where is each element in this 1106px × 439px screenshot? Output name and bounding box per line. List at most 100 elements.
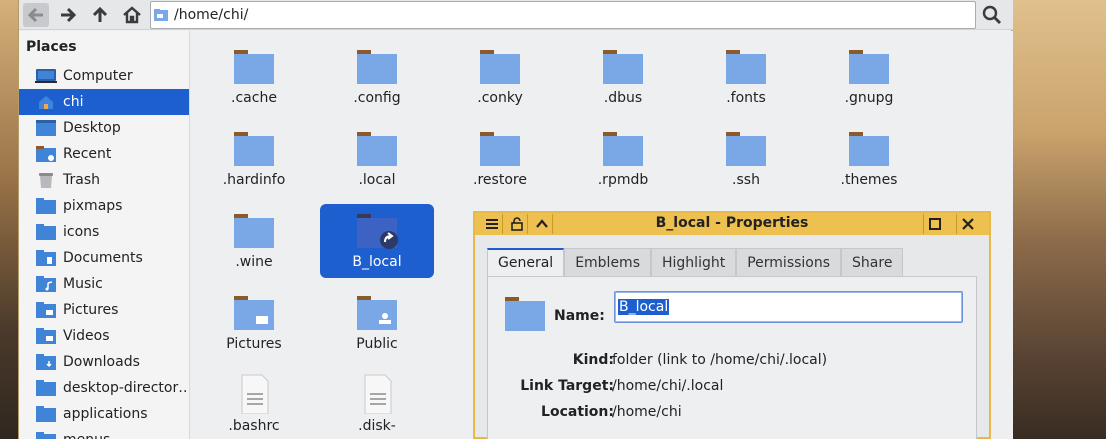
forward-button[interactable] <box>55 3 81 27</box>
file-item-wine[interactable]: .wine <box>197 204 311 278</box>
file-item-rpmdb[interactable]: .rpmdb <box>566 122 680 196</box>
close-button[interactable] <box>956 214 978 234</box>
sidebar-item-documents[interactable]: Documents <box>19 245 189 271</box>
sidebar-item-pixmaps[interactable]: pixmaps <box>19 193 189 219</box>
folder-icon <box>480 132 520 166</box>
folder-icon <box>36 224 56 240</box>
text-file-icon <box>364 374 392 414</box>
window-menu-button[interactable] <box>481 214 503 234</box>
folder-icon <box>505 297 545 331</box>
location-bar[interactable]: /home/chi/ <box>150 1 976 29</box>
location-row: Location: /home/chi <box>488 404 978 424</box>
folder-icon <box>36 432 56 439</box>
documents-folder-icon <box>36 250 56 266</box>
folder-icon <box>849 50 889 84</box>
location-label: Location: <box>541 404 614 420</box>
sidebar-item-menus[interactable]: menus <box>19 427 189 439</box>
recent-folder-icon <box>36 146 56 162</box>
public-folder-icon <box>357 296 397 330</box>
file-item-ssh[interactable]: .ssh <box>689 122 803 196</box>
file-item-bashrc[interactable]: .bashrc <box>197 368 311 439</box>
menu-icon <box>485 219 498 229</box>
file-label: .gnupg <box>844 90 894 106</box>
back-button[interactable] <box>23 3 49 27</box>
computer-icon <box>35 69 57 83</box>
sidebar-item-pictures[interactable]: Pictures <box>19 297 189 323</box>
file-item-config[interactable]: .config <box>320 40 434 114</box>
file-label: .dbus <box>603 90 643 106</box>
sidebar-item-downloads[interactable]: Downloads <box>19 349 189 375</box>
folder-icon <box>357 50 397 84</box>
places-sidebar: Places Computer chi Desktop Recent Trash… <box>19 31 193 439</box>
tab-permissions[interactable]: Permissions <box>736 248 842 276</box>
tab-emblems[interactable]: Emblems <box>564 248 651 276</box>
videos-folder-icon <box>36 328 56 344</box>
file-item-pictures[interactable]: Pictures <box>197 286 311 360</box>
file-item-b-local[interactable]: B_local <box>320 204 434 278</box>
file-item-gnupg[interactable]: .gnupg <box>812 40 926 114</box>
folder-icon <box>357 132 397 166</box>
sidebar-item-label: Trash <box>63 172 100 188</box>
sidebar-item-music[interactable]: Music <box>19 271 189 297</box>
downloads-folder-icon <box>36 354 56 370</box>
file-item-local[interactable]: .local <box>320 122 434 196</box>
home-icon <box>123 6 141 24</box>
sidebar-item-label: applications <box>63 406 148 422</box>
music-folder-icon <box>36 276 56 292</box>
file-item-hardinfo[interactable]: .hardinfo <box>197 122 311 196</box>
places-heading: Places <box>26 39 77 55</box>
file-item-restore[interactable]: .restore <box>443 122 557 196</box>
file-item-public[interactable]: Public <box>320 286 434 360</box>
file-item-themes[interactable]: .themes <box>812 122 926 196</box>
sidebar-item-applications[interactable]: applications <box>19 401 189 427</box>
sidebar-item-label: Documents <box>63 250 143 266</box>
file-label: .ssh <box>732 172 760 188</box>
kind-label: Kind: <box>572 352 614 368</box>
search-icon <box>982 5 1001 24</box>
folder-icon <box>36 380 56 396</box>
up-button[interactable] <box>87 3 113 27</box>
file-label: .local <box>358 172 396 188</box>
folder-icon <box>726 50 766 84</box>
sidebar-item-label: Desktop <box>63 120 121 136</box>
sidebar-item-label: Music <box>63 276 103 292</box>
properties-tabs: General Emblems Highlight Permissions Sh… <box>487 248 904 276</box>
sidebar-item-label: desktop-director… <box>63 380 193 396</box>
sticky-button[interactable] <box>506 214 528 234</box>
sidebar-item-label: Recent <box>63 146 112 162</box>
file-label: .bashrc <box>228 418 280 434</box>
dialog-titlebar[interactable]: B_local - Properties <box>475 213 989 235</box>
file-item-fonts[interactable]: .fonts <box>689 40 803 114</box>
shade-button[interactable] <box>531 214 553 234</box>
properties-dialog: B_local - Properties General Emblems Hig… <box>473 211 991 439</box>
sidebar-item-desktop[interactable]: Desktop <box>19 115 189 141</box>
kind-row: Kind: folder (link to /home/chi/.local) <box>488 352 978 372</box>
pictures-folder-icon <box>36 302 56 318</box>
tab-share[interactable]: Share <box>841 248 904 276</box>
sidebar-item-videos[interactable]: Videos <box>19 323 189 349</box>
folder-icon <box>234 50 274 84</box>
tab-highlight[interactable]: Highlight <box>651 248 737 276</box>
home-button[interactable] <box>119 3 145 27</box>
sidebar-item-chi[interactable]: chi <box>19 89 189 115</box>
link-target-label: Link Target: <box>520 378 614 394</box>
file-item-partial-t[interactable]: T <box>443 286 473 360</box>
sidebar-item-trash[interactable]: Trash <box>19 167 189 193</box>
sidebar-item-icons[interactable]: icons <box>19 219 189 245</box>
sidebar-item-recent[interactable]: Recent <box>19 141 189 167</box>
sidebar-item-label: Computer <box>63 68 133 84</box>
file-item-disk[interactable]: .disk- <box>320 368 434 439</box>
name-field[interactable]: B_local <box>614 291 963 323</box>
search-button[interactable] <box>979 3 1005 27</box>
file-label: .disk- <box>358 418 396 434</box>
folder-icon <box>726 132 766 166</box>
maximize-button[interactable] <box>923 214 945 234</box>
link-target-value: /home/chi/.local <box>612 378 724 394</box>
sidebar-item-desktop-directories[interactable]: desktop-director… <box>19 375 193 401</box>
link-target-row: Link Target: /home/chi/.local <box>488 378 978 398</box>
sidebar-item-computer[interactable]: Computer <box>19 63 189 89</box>
tab-general[interactable]: General <box>487 248 565 276</box>
file-item-dbus[interactable]: .dbus <box>566 40 680 114</box>
file-item-conky[interactable]: .conky <box>443 40 557 114</box>
file-item-cache[interactable]: .cache <box>197 40 311 114</box>
